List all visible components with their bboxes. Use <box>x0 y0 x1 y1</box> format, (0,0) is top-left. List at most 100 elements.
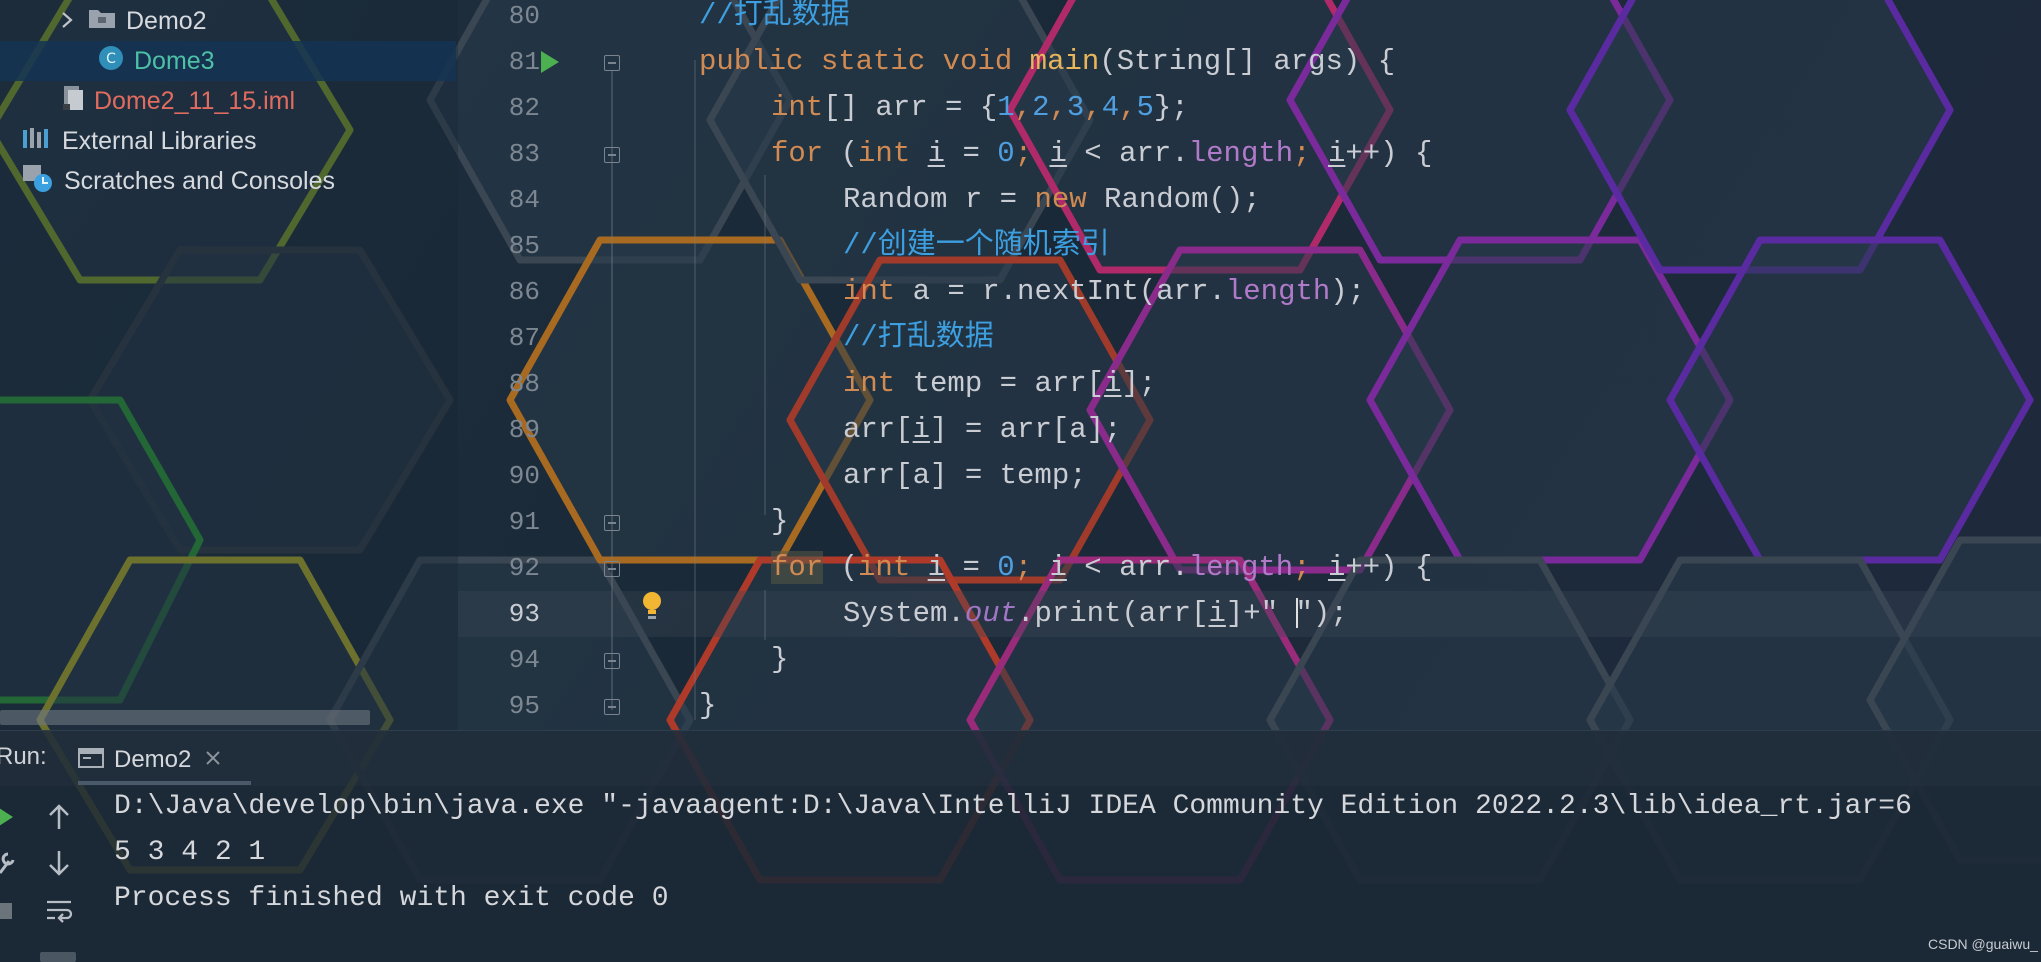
tree-item-label: Dome2_11_15.iml <box>94 86 296 115</box>
lightbulb-icon[interactable] <box>641 590 663 626</box>
chevron-right-icon[interactable] <box>60 7 78 36</box>
line-number: 81 <box>508 47 540 77</box>
indent-guide <box>694 60 696 720</box>
tree-item-label: External Libraries <box>62 126 257 155</box>
project-panel: Demo2 C Dome3 Dome2_11_15.iml External L… <box>0 0 458 730</box>
code-line-91[interactable]: } <box>771 499 788 545</box>
code-variable: i <box>927 551 946 584</box>
arrow-down-icon[interactable] <box>44 846 74 880</box>
code-line-83[interactable]: for (int i = 0; i < arr.length; i++) { <box>771 131 1432 177</box>
folder-icon <box>88 7 116 36</box>
code-line-94[interactable]: } <box>771 637 788 683</box>
close-icon[interactable] <box>205 750 221 770</box>
code-keyword: for <box>771 551 824 584</box>
code-brace: } <box>771 643 789 676</box>
code-line-80[interactable]: //打乱数据 <box>699 0 850 39</box>
line-number: 94 <box>508 645 540 675</box>
horizontal-scrollbar[interactable] <box>0 710 370 725</box>
line-number: 87 <box>508 323 540 353</box>
wrench-icon[interactable] <box>0 848 18 878</box>
code-line-84[interactable]: Random r = new Random(); <box>843 177 1261 223</box>
code-variable: i <box>1208 597 1226 630</box>
rerun-icon[interactable] <box>0 802 18 832</box>
code-line-86[interactable]: int a = r.nextInt(arr.length); <box>843 269 1365 315</box>
code-line-88[interactable]: int temp = arr[i]; <box>843 361 1156 407</box>
run-gutter-icon[interactable] <box>538 49 562 79</box>
fold-marker-81[interactable] <box>604 55 620 71</box>
line-number: 91 <box>508 507 540 537</box>
code-text: ); <box>1330 275 1366 308</box>
code-text: arr[ <box>843 413 913 446</box>
fold-marker-94[interactable] <box>604 653 620 669</box>
fold-marker-95[interactable] <box>604 699 620 715</box>
code-number: 0 <box>997 551 1015 584</box>
code-keyword: public static void <box>699 45 1013 78</box>
fold-marker-83[interactable] <box>604 147 620 163</box>
code-line-95[interactable]: } <box>699 683 716 729</box>
code-keyword: int <box>858 551 911 584</box>
code-text: arr[a] = temp; <box>843 459 1087 492</box>
code-variable: i <box>927 137 946 170</box>
code-keyword: int <box>843 275 896 308</box>
line-number: 85 <box>508 231 540 261</box>
tree-item-demo2[interactable]: Demo2 <box>60 1 207 41</box>
code-field: length <box>1188 551 1294 584</box>
tree-item-external-libraries[interactable]: External Libraries <box>22 121 257 161</box>
line-number: 89 <box>508 415 540 445</box>
tree-item-scratches[interactable]: Scratches and Consoles <box>22 161 335 201</box>
more-actions-icon[interactable] <box>40 948 76 962</box>
fold-marker-91[interactable] <box>604 515 620 531</box>
code-variable: i <box>1327 551 1346 584</box>
line-number: 86 <box>508 277 540 307</box>
fold-marker-92[interactable] <box>604 561 620 577</box>
run-toolbar <box>0 786 86 962</box>
code-comment: //打乱数据 <box>843 321 994 354</box>
tree-item-iml-file[interactable]: Dome2_11_15.iml <box>62 81 295 121</box>
line-number: 95 <box>508 691 540 721</box>
console-output-line: 5 3 4 2 1 <box>114 837 266 868</box>
code-brace: } <box>699 689 717 722</box>
soft-wrap-icon[interactable] <box>44 894 74 928</box>
code-line-87[interactable]: //打乱数据 <box>843 315 994 361</box>
run-tab-demo2[interactable]: Demo2 <box>78 739 221 781</box>
code-number: 3 <box>1066 91 1085 124</box>
scratches-icon <box>22 163 54 200</box>
code-text: [] arr = { <box>823 91 998 124</box>
code-line-92[interactable]: for (int i = 0; i < arr.length; i++) { <box>771 545 1432 591</box>
code-text: "); <box>1295 597 1348 630</box>
iml-file-icon <box>62 84 84 119</box>
line-number: 88 <box>508 369 540 399</box>
code-text: temp = arr[ <box>895 367 1105 400</box>
console-tab-icon <box>78 747 104 773</box>
tree-item-dome3[interactable]: C Dome3 <box>0 41 456 81</box>
code-editor[interactable]: 80 81 82 83 84 85 86 87 88 89 90 91 92 9… <box>458 0 2041 730</box>
code-variable: i <box>912 413 931 446</box>
line-number: 82 <box>508 93 540 123</box>
code-variable: i <box>1327 137 1346 170</box>
code-number: 0 <box>997 137 1015 170</box>
code-line-93[interactable]: System.out.print(arr[i]+" "); <box>843 591 1348 637</box>
code-comment: //创建一个随机索引 <box>843 229 1110 262</box>
code-text: System. <box>843 597 965 630</box>
code-text: a = r.nextInt(arr. <box>895 275 1226 308</box>
code-line-85[interactable]: //创建一个随机索引 <box>843 223 1110 269</box>
indent-guide <box>764 175 766 515</box>
code-line-81[interactable]: public static void main(String[] args) { <box>699 39 1395 85</box>
watermark: CSDN @guaiwu_ <box>1928 936 2038 952</box>
code-variable: i <box>1049 551 1067 584</box>
console-output-line: D:\Java\develop\bin\java.exe "-javaagent… <box>114 791 1912 822</box>
code-line-90[interactable]: arr[a] = temp; <box>843 453 1087 499</box>
svg-text:C: C <box>106 51 116 67</box>
fold-line <box>611 70 613 710</box>
code-line-82[interactable]: int[] arr = {1,2,3,4,5}; <box>771 85 1189 131</box>
line-number: 92 <box>508 553 540 583</box>
stop-icon[interactable] <box>0 898 16 924</box>
code-text: Random r = <box>843 183 1035 216</box>
code-variable: i <box>1104 367 1122 400</box>
code-line-89[interactable]: arr[i] = arr[a]; <box>843 407 1121 453</box>
code-text: (String[] args) { <box>1099 45 1396 78</box>
code-method-name: main <box>1029 45 1100 78</box>
arrow-up-icon[interactable] <box>44 800 74 834</box>
code-keyword: new <box>1034 183 1087 216</box>
code-number: 2 <box>1032 91 1050 124</box>
